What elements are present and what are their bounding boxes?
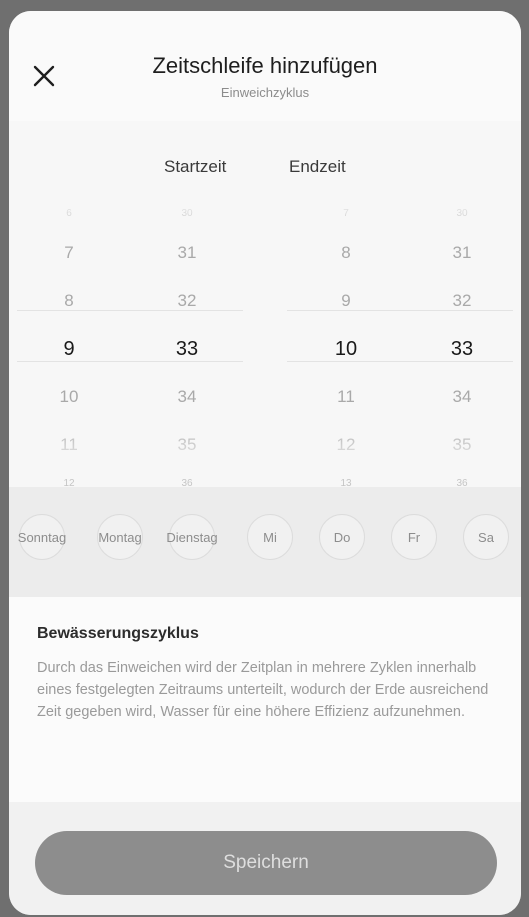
- weekday-label: tag: [123, 529, 142, 545]
- end-minute-option[interactable]: 33: [412, 325, 512, 373]
- weekday-1[interactable]: Mon tag: [97, 514, 143, 560]
- end-hour-option[interactable]: 10: [296, 325, 396, 373]
- end-hour-option[interactable]: 9: [296, 277, 396, 325]
- info-panel: Bewässerungszyklus Durch das Einweichen …: [9, 597, 521, 802]
- picker-fade-top: [9, 191, 521, 231]
- header: Zeitschleife hinzufügen Einweichzyklus: [9, 11, 521, 121]
- weekday-label: Sa: [478, 529, 494, 545]
- footer: Speichern: [9, 802, 521, 915]
- start-minute-option[interactable]: 34: [137, 373, 237, 421]
- weekday-label: stag: [193, 529, 218, 545]
- start-time-label: Startzeit: [164, 157, 227, 176]
- weekday-label: Son: [17, 529, 41, 545]
- time-picker: Startzeit Endzeit 6789101112 30313233343…: [9, 121, 521, 489]
- start-minute-option[interactable]: 32: [137, 277, 237, 325]
- end-minute-option[interactable]: 31: [412, 229, 512, 277]
- weekday-4[interactable]: Do: [319, 514, 365, 560]
- page-subtitle: Einweichzyklus: [220, 85, 310, 100]
- info-text: Durch das Einweichen wird der Zeitplan i…: [37, 660, 489, 720]
- end-minute-option[interactable]: 34: [412, 373, 512, 421]
- save-button[interactable]: Speichern: [35, 831, 497, 895]
- add-time-loop-sheet: Zeitschleife hinzufügen Einweichzyklus S…: [9, 11, 521, 915]
- weekday-label: ntag: [40, 529, 67, 545]
- start-hour-option[interactable]: 9: [19, 325, 119, 373]
- start-minute-option[interactable]: 33: [137, 325, 237, 373]
- start-hour-option[interactable]: 7: [19, 229, 119, 277]
- weekday-label: Do: [333, 529, 351, 545]
- weekday-0[interactable]: Son ntag: [17, 514, 67, 560]
- start-minute-option[interactable]: 31: [137, 229, 237, 277]
- info-title: Bewässerungszyklus: [37, 625, 199, 642]
- weekday-2[interactable]: Dien stag: [166, 514, 218, 560]
- end-minute-option[interactable]: 32: [412, 277, 512, 325]
- weekday-selector: Son ntag Mon tag Dien stag Mi Do Fr Sa: [9, 487, 521, 597]
- end-hour-option[interactable]: 8: [296, 229, 396, 277]
- start-hour-option[interactable]: 8: [19, 277, 119, 325]
- weekday-6[interactable]: Sa: [463, 514, 509, 560]
- start-hour-option[interactable]: 10: [19, 373, 119, 421]
- weekday-label: Dien: [166, 529, 194, 545]
- end-hour-option[interactable]: 11: [296, 373, 396, 421]
- end-time-label: Endzeit: [289, 157, 346, 176]
- weekday-3[interactable]: Mi: [247, 514, 293, 560]
- weekday-5[interactable]: Fr: [391, 514, 437, 560]
- weekday-label: Fr: [407, 529, 421, 545]
- weekday-label: Mon: [98, 529, 124, 545]
- page-title: Zeitschleife hinzufügen: [152, 53, 378, 78]
- picker-fade-bottom: [9, 421, 521, 471]
- weekday-label: Mi: [263, 529, 277, 545]
